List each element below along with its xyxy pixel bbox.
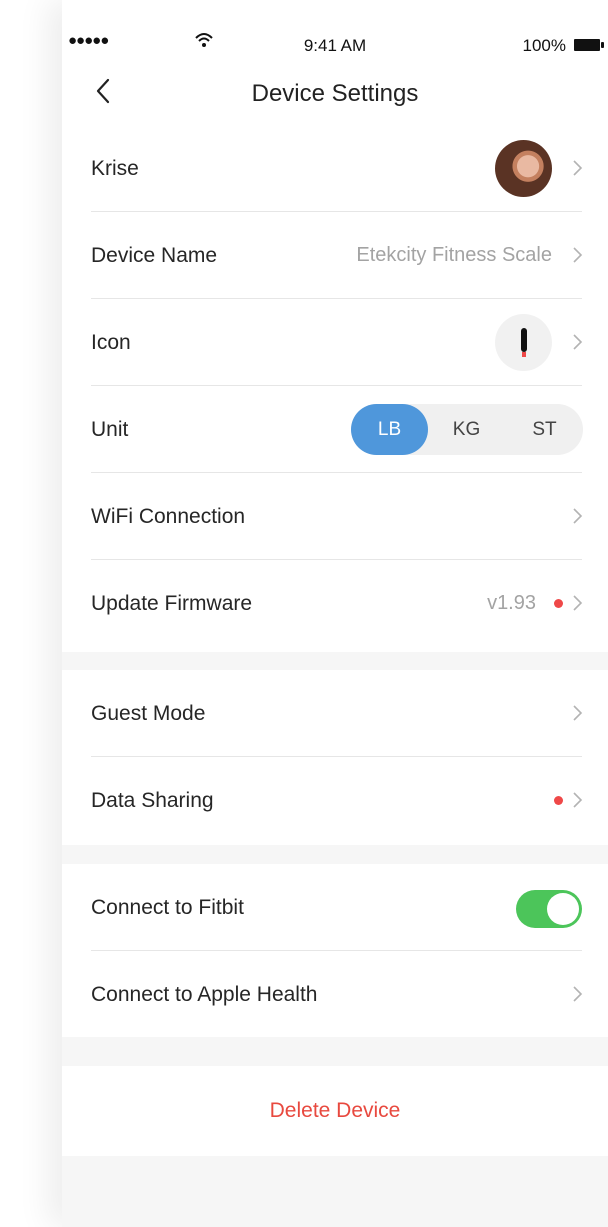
- data-sharing-label: Data Sharing: [91, 789, 214, 812]
- chevron-right-icon: [573, 986, 583, 1002]
- unit-option-kg[interactable]: KG: [428, 404, 505, 455]
- guest-mode-label: Guest Mode: [91, 702, 206, 725]
- chevron-right-icon: [573, 247, 583, 263]
- wifi-label: WiFi Connection: [91, 505, 246, 528]
- battery-icon: [574, 39, 604, 51]
- toggle-knob: [547, 893, 579, 925]
- icon-row[interactable]: Icon: [62, 299, 608, 386]
- unit-option-st[interactable]: ST: [506, 404, 583, 455]
- guest-mode-row[interactable]: Guest Mode: [62, 670, 608, 757]
- firmware-row[interactable]: Update Firmware v1.93: [62, 560, 608, 647]
- profile-row[interactable]: Krise: [62, 125, 608, 212]
- apple-health-row[interactable]: Connect to Apple Health: [62, 951, 608, 1038]
- chevron-right-icon: [573, 160, 583, 176]
- notification-badge: [554, 796, 563, 805]
- device-name-value: Etekcity Fitness Scale: [356, 244, 552, 266]
- firmware-version: v1.93: [487, 592, 536, 614]
- phone-screen: ●●●●● 9:41 AM 100% Device Settings Krise: [62, 0, 608, 1227]
- device-name-row[interactable]: Device Name Etekcity Fitness Scale: [62, 212, 608, 299]
- device-name-label: Device Name: [91, 244, 218, 267]
- apple-health-label: Connect to Apple Health: [91, 983, 318, 1006]
- avatar: [495, 140, 552, 197]
- wifi-row[interactable]: WiFi Connection: [62, 473, 608, 560]
- unit-row: Unit LB KG ST: [62, 386, 608, 473]
- unit-option-lb[interactable]: LB: [351, 404, 428, 455]
- chevron-right-icon: [573, 792, 583, 808]
- top-bar: ●●●●● 9:41 AM 100% Device Settings: [62, 0, 608, 125]
- chevron-right-icon: [573, 334, 583, 350]
- fitbit-toggle[interactable]: [516, 890, 582, 928]
- nav-bar: Device Settings: [62, 60, 608, 125]
- chevron-right-icon: [573, 508, 583, 524]
- device-icon-preview: [495, 314, 552, 371]
- icon-label: Icon: [91, 331, 131, 354]
- firmware-label: Update Firmware: [91, 592, 253, 615]
- integrations-group: Connect to Fitbit Connect to Apple Healt…: [62, 864, 608, 1037]
- update-badge: [554, 599, 563, 608]
- battery-percent: 100%: [522, 36, 566, 55]
- status-bar: ●●●●● 9:41 AM 100%: [62, 30, 608, 60]
- unit-label: Unit: [91, 418, 129, 441]
- fitbit-row: Connect to Fitbit: [62, 864, 608, 951]
- profile-name: Krise: [91, 157, 139, 180]
- unit-segmented-control: LB KG ST: [351, 404, 583, 455]
- delete-device-button[interactable]: Delete Device: [62, 1066, 608, 1156]
- page-title: Device Settings: [251, 80, 419, 107]
- data-sharing-row[interactable]: Data Sharing: [62, 757, 608, 844]
- sharing-group: Guest Mode Data Sharing: [62, 670, 608, 845]
- device-settings-group: Krise Device Name Etekcity Fitness Scale…: [62, 125, 608, 652]
- chevron-right-icon: [573, 705, 583, 721]
- delete-group: Delete Device: [62, 1066, 608, 1156]
- fitbit-label: Connect to Fitbit: [91, 896, 244, 919]
- chevron-right-icon: [573, 595, 583, 611]
